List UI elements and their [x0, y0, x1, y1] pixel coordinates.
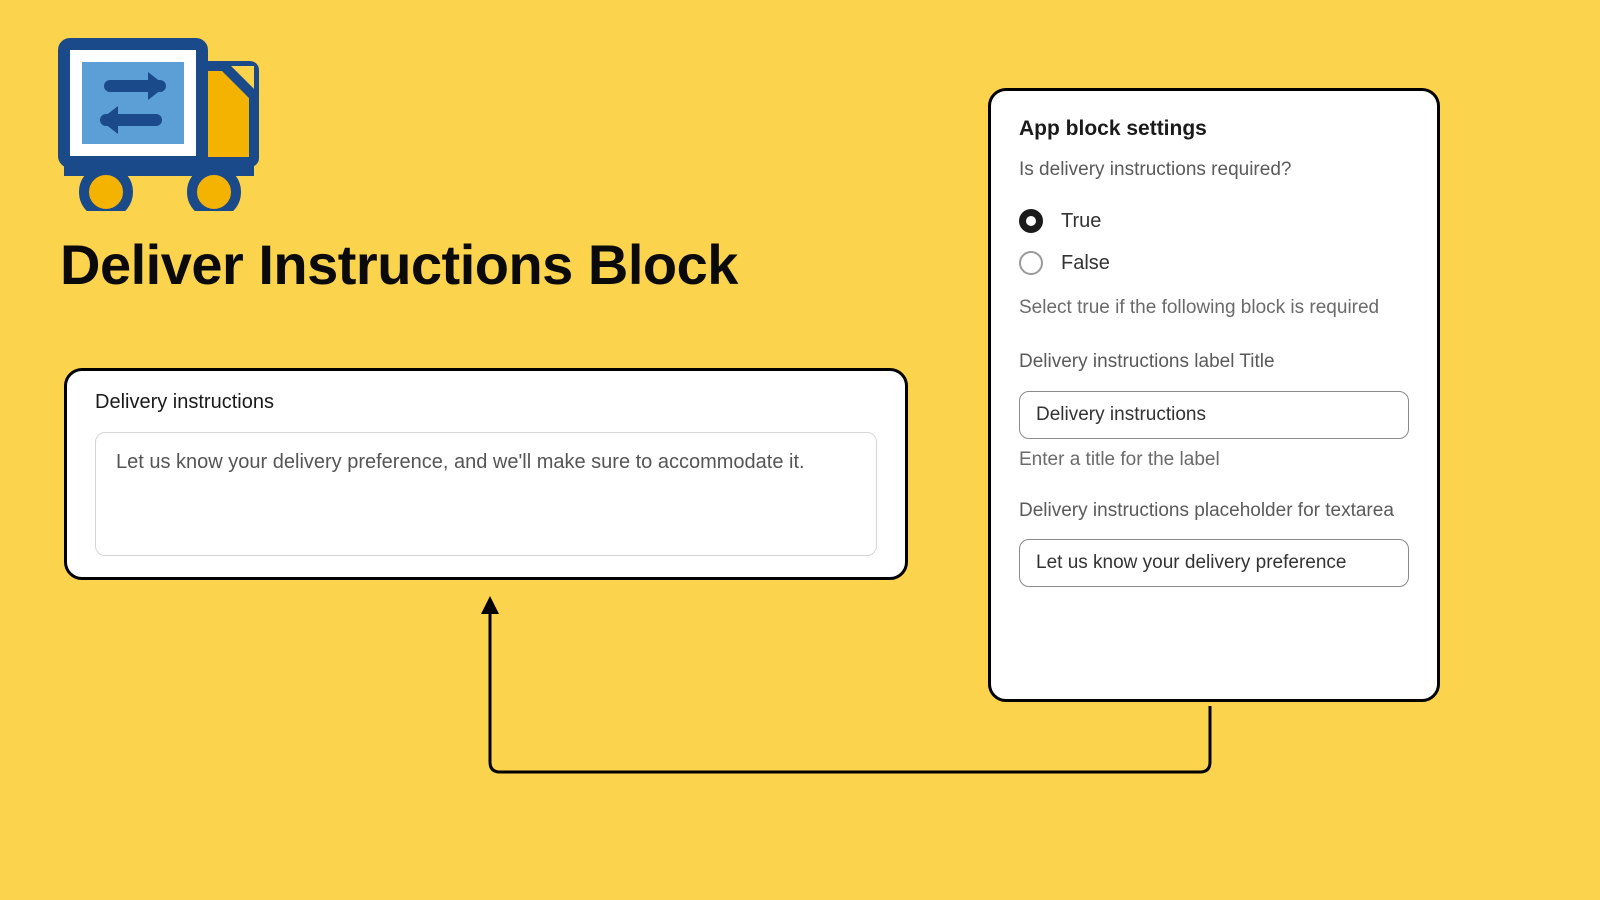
- label-title-help: Enter a title for the label: [1019, 449, 1409, 471]
- app-block-settings-card: App block settings Is delivery instructi…: [988, 88, 1440, 702]
- radio-label: False: [1061, 252, 1110, 275]
- delivery-truck-icon: [56, 36, 266, 211]
- required-helper-text: Select true if the following block is re…: [1019, 293, 1409, 322]
- radio-label: True: [1061, 210, 1101, 233]
- radio-icon: [1019, 251, 1043, 275]
- preview-label: Delivery instructions: [95, 391, 877, 414]
- placeholder-input[interactable]: [1019, 539, 1409, 587]
- label-title-input[interactable]: [1019, 391, 1409, 439]
- delivery-instructions-textarea[interactable]: [95, 432, 877, 556]
- radio-icon: [1019, 209, 1043, 233]
- page-title: Deliver Instructions Block: [60, 232, 738, 297]
- placeholder-field-label: Delivery instructions placeholder for te…: [1019, 497, 1409, 526]
- radio-option-false[interactable]: False: [1019, 251, 1409, 275]
- label-title-field-label: Delivery instructions label Title: [1019, 348, 1409, 377]
- settings-title: App block settings: [1019, 117, 1409, 141]
- settings-question: Is delivery instructions required?: [1019, 159, 1409, 181]
- radio-option-true[interactable]: True: [1019, 209, 1409, 233]
- delivery-instructions-preview-card: Delivery instructions: [64, 368, 908, 580]
